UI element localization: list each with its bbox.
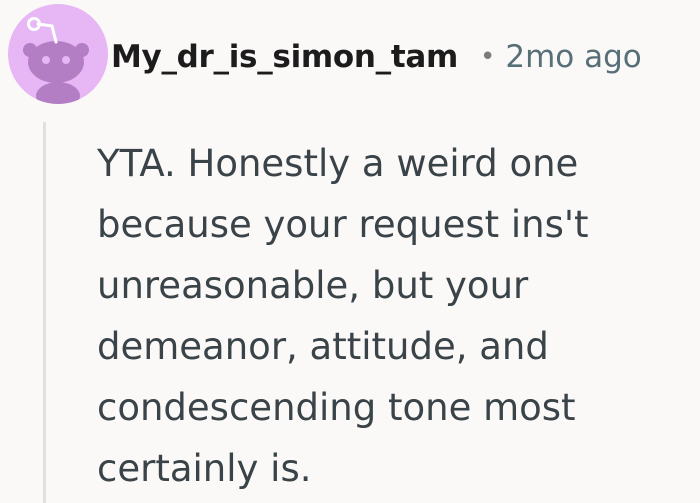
thread-line[interactable] <box>43 122 46 503</box>
timestamp[interactable]: 2mo ago <box>505 39 641 75</box>
comment: My_dr_is_simon_tam • 2mo ago YTA. Honest… <box>0 0 700 503</box>
username-link[interactable]: My_dr_is_simon_tam <box>111 39 458 75</box>
comment-header: My_dr_is_simon_tam • 2mo ago <box>111 32 642 82</box>
snoo-avatar-icon <box>23 17 89 104</box>
separator-dot: • <box>480 42 496 72</box>
avatar[interactable] <box>8 4 108 104</box>
comment-body: YTA. Honestly a weird one because your r… <box>97 142 589 490</box>
